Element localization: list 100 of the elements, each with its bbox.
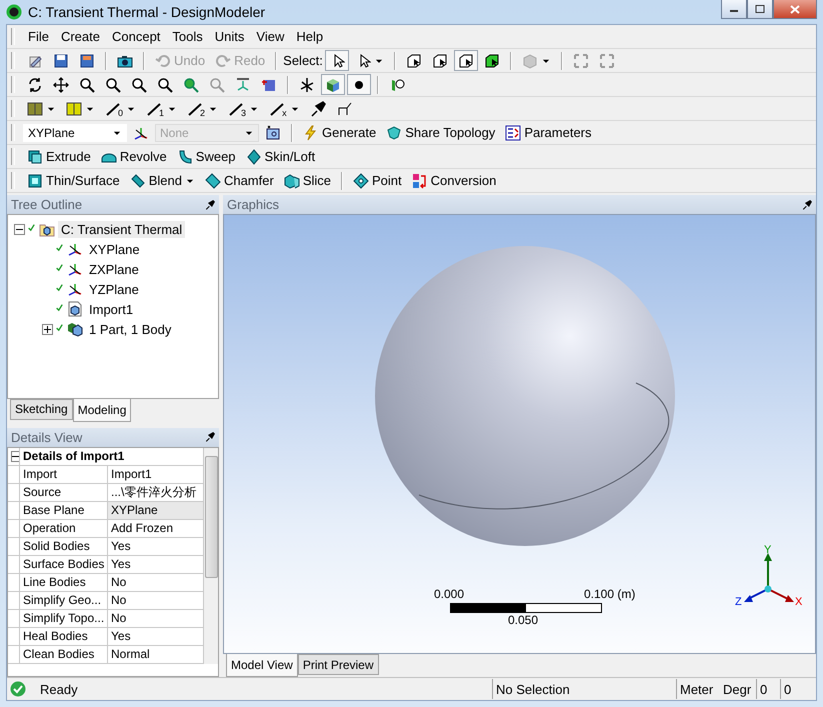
zoom-icon <box>209 76 225 92</box>
undo-icon <box>155 52 171 68</box>
property-value[interactable]: No <box>108 592 204 610</box>
select-filter-icon <box>484 52 500 68</box>
line-filter-button[interactable]: 0 <box>101 98 140 119</box>
cube-icon <box>522 52 538 68</box>
import-icon <box>67 301 83 317</box>
line-icon <box>228 100 244 116</box>
cube-button[interactable] <box>321 74 345 95</box>
blend-icon <box>130 172 146 188</box>
tool-button[interactable]: Blend <box>126 170 199 191</box>
graphics-viewport[interactable]: 0.000 0.100 (m) 0.050 Y Z X <box>223 214 816 654</box>
plane-icon <box>67 281 83 297</box>
tool-button[interactable]: Point <box>349 170 406 191</box>
details-heading: Details of Import1 <box>20 448 204 466</box>
minimize-button[interactable] <box>721 0 747 19</box>
pin-icon <box>205 200 215 210</box>
line-filter-button[interactable]: 2 <box>183 98 222 119</box>
panel-title: Details View <box>11 430 82 445</box>
property-name: Line Bodies <box>20 574 108 592</box>
tool-button[interactable]: Thin/Surface <box>23 170 124 191</box>
tool-button[interactable]: Sweep <box>172 146 240 167</box>
menu-item[interactable]: Help <box>291 29 328 44</box>
select-filter-icon <box>458 52 474 68</box>
tool-button[interactable]: Revolve <box>96 146 171 167</box>
menu-item[interactable]: Create <box>56 29 105 44</box>
thin-icon <box>27 172 43 188</box>
status-value: 0 <box>780 679 804 699</box>
save-as-icon <box>79 52 95 68</box>
select-filter-icon <box>432 52 448 68</box>
tool-button[interactable]: Extrude <box>23 146 95 167</box>
tree-item[interactable]: ZXPlane <box>86 260 142 278</box>
tool-button[interactable]: Skin/Loft <box>242 146 320 167</box>
tool-button[interactable]: Generate <box>299 122 380 143</box>
property-name: Surface Bodies <box>20 556 108 574</box>
tool-button[interactable]: Parameters <box>501 122 596 143</box>
scrollbar[interactable] <box>204 448 218 664</box>
selection-status: No Selection <box>492 679 676 699</box>
line-filter-button[interactable]: x <box>265 98 304 119</box>
conversion-icon <box>412 172 428 188</box>
cursor-button[interactable] <box>324 50 349 71</box>
tool-button[interactable]: Share Topology <box>382 122 500 143</box>
select-filter-icon <box>406 52 422 68</box>
property-value[interactable]: No <box>108 574 204 592</box>
tool-button[interactable]: Conversion <box>408 170 500 191</box>
new-sketch-icon <box>265 124 281 140</box>
menu-item[interactable]: File <box>23 29 54 44</box>
axis-triad-drawing: Y Z X <box>734 545 804 607</box>
line-filter-button[interactable]: 3 <box>224 98 264 119</box>
property-name: Clean Bodies <box>20 646 108 664</box>
dot-button[interactable] <box>347 74 371 95</box>
window-title: C: Transient Thermal - DesignModeler <box>28 4 266 20</box>
tree-item[interactable]: Import1 <box>86 300 136 318</box>
property-name: Base Plane <box>20 502 108 520</box>
line-filter-button[interactable]: 1 <box>142 98 182 119</box>
property-value[interactable]: Normal <box>108 646 204 664</box>
select-filter-button[interactable] <box>454 50 478 71</box>
zoom-icon <box>131 76 147 92</box>
extrude-icon <box>27 148 43 164</box>
maximize-button[interactable] <box>747 0 773 19</box>
tab[interactable]: Model View <box>226 654 298 677</box>
frame-icon <box>572 52 589 68</box>
tree-item[interactable]: YZPlane <box>86 280 142 298</box>
tree-item[interactable]: XYPlane <box>86 240 143 258</box>
property-value[interactable]: Yes <box>108 538 204 556</box>
iso-view-icon <box>235 76 251 92</box>
property-value[interactable]: Import1 <box>108 466 204 484</box>
expand-toggle[interactable] <box>42 324 53 334</box>
tree-item[interactable]: 1 Part, 1 Body <box>86 320 174 338</box>
collapse-toggle[interactable] <box>11 450 19 462</box>
property-value[interactable]: Yes <box>108 556 204 574</box>
app-icon <box>6 4 22 20</box>
property-value[interactable]: ...\零件淬火分析 <box>108 484 204 502</box>
property-name: Source <box>20 484 108 502</box>
menu-item[interactable]: Concept <box>106 29 166 44</box>
tool-button[interactable]: Slice <box>280 170 335 191</box>
tool-button[interactable]: Chamfer <box>200 170 278 191</box>
tab[interactable]: Modeling <box>72 398 132 422</box>
property-name: Simplify Topo... <box>20 610 108 628</box>
menu-item[interactable]: Tools <box>167 29 208 44</box>
chamfer-icon <box>204 172 221 188</box>
zoom-icon <box>79 76 95 92</box>
line-icon <box>105 100 121 116</box>
share-icon <box>386 124 402 140</box>
property-value[interactable]: XYPlane <box>108 502 204 520</box>
property-value[interactable]: Add Frozen <box>108 520 204 538</box>
tab[interactable]: Sketching <box>10 398 73 420</box>
ready-icon <box>10 681 26 697</box>
part-icon <box>67 321 83 337</box>
expand-toggle[interactable] <box>14 224 25 234</box>
property-value[interactable]: No <box>108 610 204 628</box>
property-value[interactable]: Yes <box>108 628 204 646</box>
close-button[interactable] <box>773 0 817 19</box>
tab[interactable]: Print Preview <box>298 654 378 675</box>
menu-item[interactable]: Units <box>210 29 250 44</box>
line-icon <box>269 100 286 116</box>
plane-dropdown[interactable]: XYPlane <box>23 124 127 142</box>
menu-item[interactable]: View <box>251 29 290 44</box>
pan-icon <box>53 76 69 92</box>
tree-item[interactable]: C: Transient Thermal <box>58 220 186 238</box>
